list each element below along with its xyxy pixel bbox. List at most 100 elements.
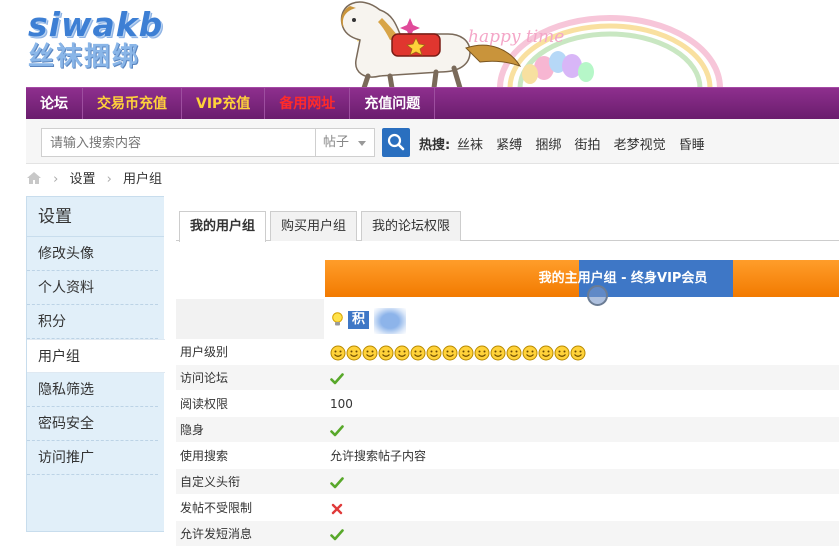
permission-allowed <box>330 365 344 391</box>
smiley-icon <box>458 345 474 360</box>
permission-allowed <box>330 417 344 443</box>
permission-allowed <box>330 521 344 547</box>
perm-label: 自定义头衔 <box>180 475 241 489</box>
home-icon[interactable] <box>26 171 42 185</box>
breadcrumb-separator: › <box>53 172 59 187</box>
smiley-icon <box>426 345 442 360</box>
search-bar: 帖子 热搜: 丝袜 紧缚 捆绑 街拍 老梦视觉 昏睡 <box>26 119 839 164</box>
main-nav: 论坛 交易币充值 VIP充值 备用网址 充值问题 <box>26 87 839 120</box>
nav-item-vip-recharge[interactable]: VIP充值 <box>182 88 266 120</box>
search-type-select[interactable]: 帖子 <box>315 128 375 157</box>
sidebar-item-points[interactable]: 积分 <box>27 305 158 339</box>
main-usergroup-header: 我的主用户组 - 终身VIP会员 <box>325 260 839 297</box>
sidebar-item-privacy[interactable]: 隐私筛选 <box>27 373 158 407</box>
sidebar-item-usergroup[interactable]: 用户组 <box>27 339 165 373</box>
user-level-icons <box>330 345 586 361</box>
sidebar-item-profile[interactable]: 个人资料 <box>27 271 158 305</box>
tab-forum-permissions[interactable]: 我的论坛权限 <box>361 211 462 241</box>
points-row-label-cell <box>176 299 324 339</box>
sidebar-item-promotion[interactable]: 访问推广 <box>27 441 158 475</box>
search-permission-value: 允许搜索帖子内容 <box>330 449 427 463</box>
site-header: siwakb 丝袜捆绑 happy time <box>0 0 839 88</box>
smiley-icon <box>330 345 346 360</box>
site-logo[interactable]: siwakb 丝袜捆绑 <box>28 5 164 73</box>
tab-buy-usergroup[interactable]: 购买用户组 <box>270 211 358 241</box>
permissions-table: 用户级别 访问论坛 阅读权限 100 隐身 使用搜索 允许搜索帖子内容 自定义头… <box>176 339 839 547</box>
points-row: 积分 <box>176 299 839 345</box>
settings-sidebar: 设置 修改头像 个人资料 积分 用户组 隐私筛选 密码安全 访问推广 <box>26 196 165 532</box>
header-banner-illustration: happy time <box>340 1 723 88</box>
table-row: 允许发短消息 <box>176 521 839 547</box>
hot-word[interactable]: 街拍 <box>574 138 600 153</box>
breadcrumb: › 设置 › 用户组 <box>26 170 162 190</box>
tab-my-usergroup[interactable]: 我的用户组 <box>179 211 267 242</box>
nav-item-forum[interactable]: 论坛 <box>26 88 83 120</box>
breadcrumb-separator: › <box>106 172 112 187</box>
smiley-icon <box>346 345 362 360</box>
cross-icon <box>331 503 343 514</box>
smiley-icon <box>570 345 586 360</box>
hot-word[interactable]: 捆绑 <box>535 138 561 153</box>
perm-label: 允许发短消息 <box>180 527 253 541</box>
logo-text-cn: 丝袜捆绑 <box>28 42 141 72</box>
permission-allowed <box>330 469 344 495</box>
check-icon <box>330 528 344 540</box>
table-row: 自定义头衔 <box>176 469 839 495</box>
perm-label: 阅读权限 <box>180 397 229 411</box>
nav-item-coin-recharge[interactable]: 交易币充值 <box>83 88 182 120</box>
read-permission-value: 100 <box>330 397 353 411</box>
table-row: 隐身 <box>176 417 839 443</box>
chevron-down-icon <box>358 141 366 146</box>
banner-tagline: happy time <box>468 27 564 47</box>
hot-word[interactable]: 昏睡 <box>679 138 705 153</box>
smiley-icon <box>554 345 570 360</box>
smiley-icon <box>378 345 394 360</box>
search-button[interactable] <box>382 128 410 157</box>
breadcrumb-item-settings[interactable]: 设置 <box>69 172 95 187</box>
search-type-value: 帖子 <box>323 135 350 150</box>
hot-search-words: 丝袜 紧缚 捆绑 街拍 老梦视觉 昏睡 <box>457 134 714 153</box>
perm-label: 隐身 <box>180 423 205 437</box>
nav-item-backup-url[interactable]: 备用网址 <box>265 88 351 120</box>
smiley-icon <box>442 345 458 360</box>
hot-word[interactable]: 老梦视觉 <box>614 138 666 153</box>
perm-label: 使用搜索 <box>180 449 229 463</box>
sidebar-item-password[interactable]: 密码安全 <box>27 407 158 441</box>
perm-label: 访问论坛 <box>180 371 229 385</box>
smiley-icon <box>362 345 378 360</box>
smiley-icon <box>410 345 426 360</box>
table-row: 发帖不受限制 <box>176 495 839 521</box>
check-icon <box>330 476 344 488</box>
smiley-icon <box>474 345 490 360</box>
lightbulb-icon <box>332 312 343 326</box>
permission-denied <box>330 495 344 521</box>
table-row: 阅读权限 100 <box>176 391 839 417</box>
sidebar-title: 设置 <box>27 197 164 237</box>
smiley-icon <box>522 345 538 360</box>
nav-item-recharge-help[interactable]: 充值问题 <box>350 88 436 120</box>
breadcrumb-item-usergroup[interactable]: 用户组 <box>123 172 162 187</box>
logo-text-latin: siwakb <box>28 5 164 44</box>
main-usergroup-title: 我的主用户组 - 终身VIP会员 <box>538 271 708 286</box>
search-icon <box>387 133 405 151</box>
hot-search-label: 热搜: <box>419 138 451 153</box>
check-icon <box>330 372 344 384</box>
hot-word[interactable]: 丝袜 <box>457 138 483 153</box>
smiley-icon <box>490 345 506 360</box>
perm-label: 发帖不受限制 <box>180 501 253 515</box>
smiley-icon <box>394 345 410 360</box>
usergroup-tabs: 我的用户组 购买用户组 我的论坛权限 <box>176 211 839 242</box>
smiley-icon <box>506 345 522 360</box>
table-row: 使用搜索 允许搜索帖子内容 <box>176 443 839 469</box>
points-value-redacted <box>374 308 406 334</box>
table-row: 用户级别 <box>176 339 839 365</box>
perm-label: 用户级别 <box>180 345 229 359</box>
sidebar-item-avatar[interactable]: 修改头像 <box>27 237 158 271</box>
points-label: 积分 <box>348 311 370 345</box>
hot-word[interactable]: 紧缚 <box>496 138 522 153</box>
search-input[interactable] <box>41 128 315 157</box>
table-row: 访问论坛 <box>176 365 839 391</box>
user-level-value <box>330 339 586 365</box>
smiley-icon <box>538 345 554 360</box>
check-icon <box>330 424 344 436</box>
